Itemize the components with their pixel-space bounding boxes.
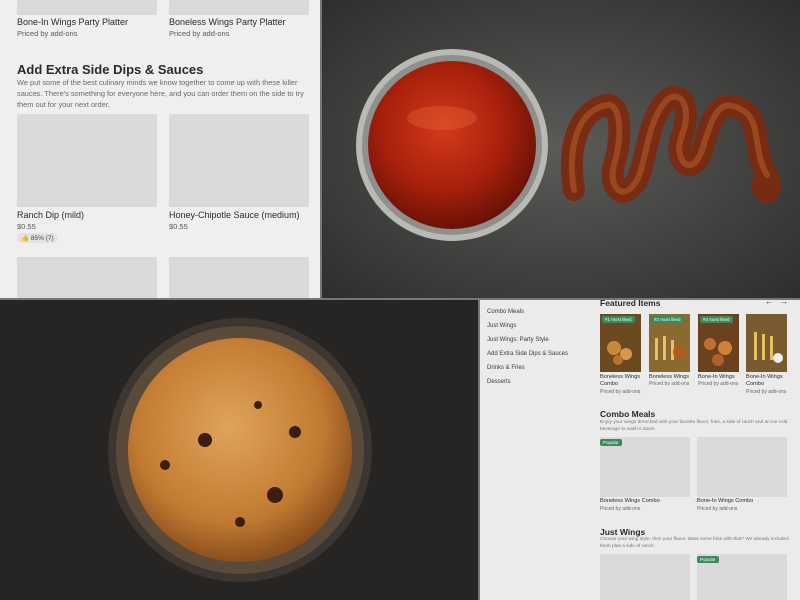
- nav-just-wings[interactable]: Just Wings: [487, 323, 516, 329]
- cookie-photo-image: [0, 300, 478, 600]
- combo-name[interactable]: Boneless Wings Combo: [600, 498, 660, 505]
- nav-desserts[interactable]: Desserts: [487, 379, 511, 385]
- nav-dips-sauces[interactable]: Add Extra Side Dips & Sauces: [487, 351, 568, 357]
- combo-image[interactable]: [697, 437, 787, 497]
- featured-price: Priced by add-ons: [698, 381, 739, 387]
- sauce-photo: [322, 0, 800, 298]
- sauce-photo-image: [322, 0, 800, 298]
- item-name[interactable]: Boneless Wings Party Platter: [169, 17, 286, 27]
- item-name[interactable]: Bone-In Wings Party Platter: [17, 17, 128, 27]
- rank-badge: #1 most liked: [602, 316, 635, 323]
- item-image-ranch[interactable]: [17, 114, 157, 207]
- featured-title: Featured Items: [600, 300, 661, 308]
- item-price: $0.55: [169, 222, 188, 231]
- wings-image[interactable]: [600, 554, 690, 600]
- menu-panel-top-left: Bone-In Wings Party Platter Priced by ad…: [0, 0, 320, 298]
- item-name[interactable]: Honey-Chipotle Sauce (medium): [169, 210, 300, 220]
- rank-badge: #3 most liked: [700, 316, 733, 323]
- combo-meals-description: Enjoy your wings drenched with your favo…: [600, 420, 788, 432]
- thumbs-up-icon: 👍: [21, 235, 30, 242]
- item-price: $0.55: [17, 222, 36, 231]
- combo-price: Priced by add-ons: [600, 506, 641, 512]
- just-wings-description: Choose your wing style, then your flavor…: [600, 537, 789, 549]
- popular-badge: Popular: [600, 439, 622, 446]
- nav-drinks-fries[interactable]: Drinks & Fries: [487, 365, 525, 371]
- item-image-boneless-platter[interactable]: [169, 0, 309, 15]
- item-image-honey-chipotle[interactable]: [169, 114, 309, 207]
- popular-badge: Popular: [697, 556, 719, 563]
- arrow-left-icon[interactable]: ←: [765, 300, 773, 306]
- nav-party-style[interactable]: Just Wings: Party Style: [487, 337, 549, 343]
- combo-image[interactable]: [600, 437, 690, 497]
- combo-price: Priced by add-ons: [697, 506, 738, 512]
- item-image[interactable]: [17, 257, 157, 298]
- item-image[interactable]: [169, 257, 309, 298]
- featured-image[interactable]: [746, 314, 787, 372]
- featured-name[interactable]: Boneless Wings: [649, 374, 693, 381]
- featured-price: Priced by add-ons: [600, 389, 641, 395]
- cookie-photo: [0, 300, 478, 600]
- featured-name[interactable]: Bone-In Wings Combo: [746, 374, 790, 388]
- item-price: Priced by add-ons: [169, 29, 230, 38]
- featured-name[interactable]: Boneless Wings Combo: [600, 374, 644, 388]
- menu-panel-bottom-right: Combo Meals Just Wings Just Wings: Party…: [480, 300, 800, 600]
- featured-price: Priced by add-ons: [649, 381, 690, 387]
- combo-name[interactable]: Bone-In Wings Combo: [697, 498, 753, 505]
- featured-name[interactable]: Bone-In Wings: [698, 374, 742, 381]
- nav-combo-meals[interactable]: Combo Meals: [487, 309, 524, 315]
- arrow-right-icon[interactable]: →: [780, 300, 788, 306]
- item-image-bone-in-platter[interactable]: [17, 0, 157, 15]
- item-name[interactable]: Ranch Dip (mild): [17, 210, 84, 220]
- section-title: Add Extra Side Dips & Sauces: [17, 62, 204, 77]
- rank-badge: #2 most liked: [651, 316, 684, 323]
- just-wings-title: Just Wings: [600, 527, 646, 537]
- rating-badge: 👍 85% (7): [17, 233, 58, 243]
- section-description: We put some of the best culinary minds w…: [17, 78, 304, 109]
- combo-meals-title: Combo Meals: [600, 409, 656, 419]
- featured-price: Priced by add-ons: [746, 389, 787, 395]
- item-price: Priced by add-ons: [17, 29, 78, 38]
